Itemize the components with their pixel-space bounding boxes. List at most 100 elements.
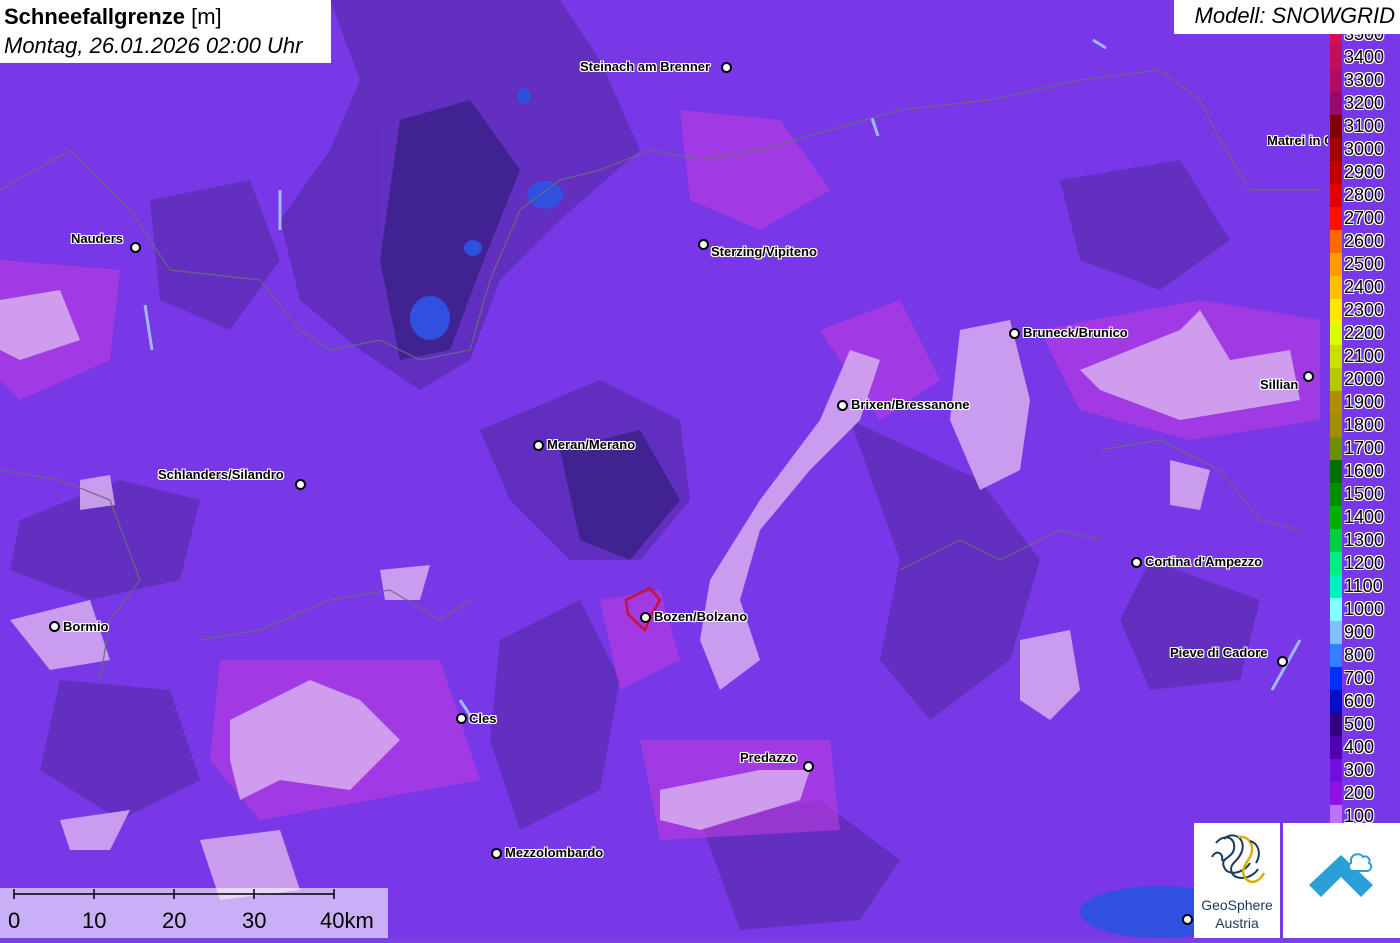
city-dot[interactable] bbox=[640, 612, 651, 623]
legend-label: 3200 bbox=[1344, 93, 1385, 113]
geosphere-name: GeoSphere bbox=[1201, 897, 1273, 913]
snow-app-logo[interactable] bbox=[1283, 823, 1400, 938]
color-legend: 3500 3400 3300 3200 3100 3000 2900 2800 2700 2600… bbox=[1328, 34, 1400, 824]
city-dot[interactable] bbox=[1182, 914, 1193, 925]
legend-label: 1100 bbox=[1344, 576, 1383, 596]
legend-label: 1800 bbox=[1344, 415, 1385, 435]
legend-swatch bbox=[1330, 460, 1342, 483]
legend-label: 2100 bbox=[1344, 346, 1385, 366]
city-label: Bruneck/Brunico bbox=[1023, 325, 1128, 340]
legend-label: 1500 bbox=[1344, 484, 1385, 504]
legend-swatch bbox=[1330, 368, 1342, 391]
legend-swatch bbox=[1330, 621, 1342, 644]
mountain-arrow-icon bbox=[1309, 853, 1373, 897]
city-dot[interactable] bbox=[456, 713, 467, 724]
legend-label: 2400 bbox=[1344, 277, 1385, 297]
city-dot[interactable] bbox=[49, 621, 60, 632]
city-label: Bozen/Bolzano bbox=[654, 609, 748, 624]
legend-swatch bbox=[1330, 207, 1342, 230]
legend-swatch bbox=[1330, 736, 1342, 759]
legend-swatch bbox=[1330, 483, 1342, 506]
legend-label: 200 bbox=[1344, 783, 1375, 803]
legend-swatch bbox=[1330, 437, 1342, 460]
city-label: Sterzing/Vipiteno bbox=[711, 244, 817, 259]
legend-swatch bbox=[1330, 230, 1342, 253]
legend-swatch bbox=[1330, 506, 1342, 529]
legend-swatch bbox=[1330, 322, 1342, 345]
city-dot[interactable] bbox=[1131, 557, 1142, 568]
scale-label: 40km bbox=[320, 908, 374, 933]
legend-label: 2900 bbox=[1344, 162, 1385, 182]
legend-label: 700 bbox=[1344, 668, 1375, 688]
city-label: Predazzo bbox=[740, 750, 798, 765]
city-dot[interactable] bbox=[1277, 656, 1288, 667]
legend-swatch bbox=[1330, 46, 1342, 69]
legend-swatch bbox=[1330, 391, 1342, 414]
legend-label: 1300 bbox=[1344, 530, 1385, 550]
legend-swatch bbox=[1330, 805, 1342, 824]
city-dot[interactable] bbox=[803, 761, 814, 772]
legend-swatch bbox=[1330, 138, 1342, 161]
map-title-box: Schneefallgrenze [m] Montag, 26.01.2026 … bbox=[0, 0, 331, 63]
legend-swatch bbox=[1330, 552, 1342, 575]
city-dot[interactable] bbox=[1303, 371, 1314, 382]
city-dot[interactable] bbox=[721, 62, 732, 73]
legend-label: 1600 bbox=[1344, 461, 1385, 481]
legend-swatch bbox=[1330, 575, 1342, 598]
legend-label: 800 bbox=[1344, 645, 1375, 665]
legend-label: 1000 bbox=[1344, 599, 1385, 619]
legend-swatch bbox=[1330, 115, 1342, 138]
city-label: Bormio bbox=[63, 619, 109, 634]
scale-label: 10 bbox=[82, 908, 107, 933]
city-label: Nauders bbox=[71, 231, 124, 246]
legend-swatch bbox=[1330, 644, 1342, 667]
city-label: Mezzolombardo bbox=[505, 845, 604, 860]
legend-label: 2600 bbox=[1344, 231, 1385, 251]
map-datetime: Montag, 26.01.2026 02:00 Uhr bbox=[4, 33, 303, 58]
legend-label: 2000 bbox=[1344, 369, 1385, 389]
city-dot[interactable] bbox=[1009, 328, 1020, 339]
city-dot[interactable] bbox=[295, 479, 306, 490]
city-dot[interactable] bbox=[698, 239, 709, 250]
city-label: Pieve di Cadore bbox=[1170, 645, 1268, 660]
legend-label: 400 bbox=[1344, 737, 1375, 757]
scale-label: 20 bbox=[162, 908, 187, 933]
legend-swatch bbox=[1330, 299, 1342, 322]
legend-label: 100 bbox=[1344, 806, 1375, 824]
legend-swatch bbox=[1330, 345, 1342, 368]
legend-label: 3400 bbox=[1344, 47, 1385, 67]
city-dot[interactable] bbox=[533, 440, 544, 451]
city-label: Brixen/Bressanone bbox=[851, 397, 970, 412]
legend-swatch bbox=[1330, 759, 1342, 782]
city-dot[interactable] bbox=[130, 242, 141, 253]
legend-swatch bbox=[1330, 34, 1342, 46]
city-label: Cortina d'Ampezzo bbox=[1145, 554, 1263, 569]
legend-swatch bbox=[1330, 529, 1342, 552]
geosphere-logo[interactable]: GeoSphere Austria bbox=[1194, 823, 1280, 938]
legend-label: 1200 bbox=[1344, 553, 1385, 573]
legend-label: 600 bbox=[1344, 691, 1375, 711]
city-dot[interactable] bbox=[837, 400, 848, 411]
city-label: Schlanders/Silandro bbox=[158, 467, 284, 482]
scale-label: 30 bbox=[242, 908, 267, 933]
legend-label: 3500 bbox=[1344, 34, 1385, 44]
city-label: Sillian bbox=[1260, 377, 1299, 392]
legend-label: 500 bbox=[1344, 714, 1375, 734]
legend-label: 1400 bbox=[1344, 507, 1385, 527]
geosphere-country: Austria bbox=[1215, 915, 1259, 931]
legend-swatch bbox=[1330, 690, 1342, 713]
legend-label: 1900 bbox=[1344, 392, 1385, 412]
city-dot[interactable] bbox=[491, 848, 502, 859]
city-label: Meran/Merano bbox=[547, 437, 636, 452]
model-label: Modell: SNOWGRID bbox=[1174, 0, 1400, 34]
legend-label: 2500 bbox=[1344, 254, 1385, 274]
city-label: Matrei in Osttirol bbox=[1267, 133, 1328, 148]
legend-swatch bbox=[1330, 414, 1342, 437]
geosphere-emblem-icon bbox=[1211, 834, 1266, 884]
legend-swatch bbox=[1330, 713, 1342, 736]
legend-label: 2300 bbox=[1344, 300, 1385, 320]
legend-label: 3000 bbox=[1344, 139, 1385, 159]
legend-label: 1700 bbox=[1344, 438, 1385, 458]
legend-label: 300 bbox=[1344, 760, 1375, 780]
legend-swatch bbox=[1330, 253, 1342, 276]
